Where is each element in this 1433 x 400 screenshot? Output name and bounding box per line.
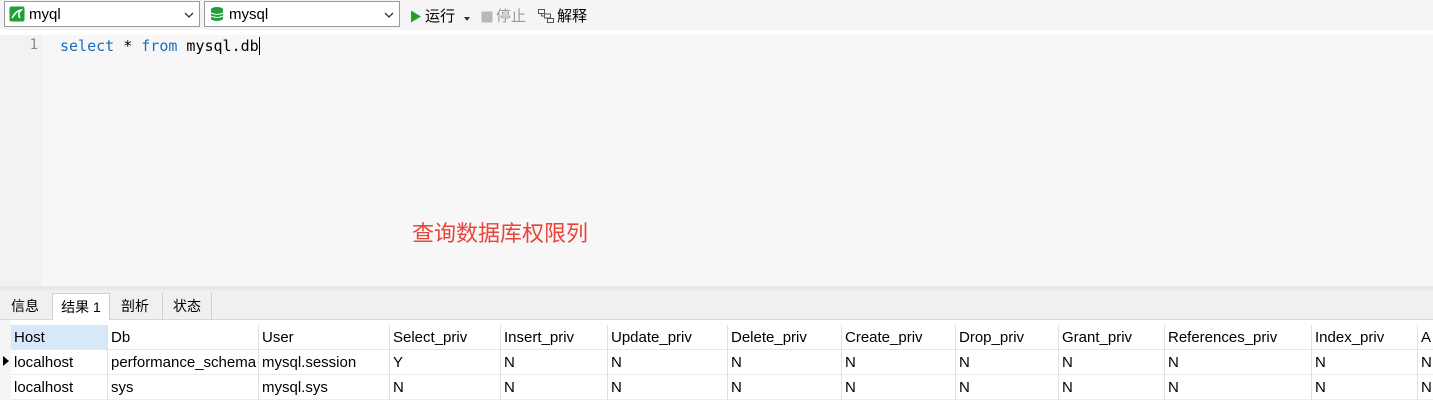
explain-label: 解释 bbox=[557, 8, 588, 25]
column-header-select-priv[interactable]: Select_priv bbox=[390, 325, 501, 350]
tab-profile[interactable]: 剖析 bbox=[112, 293, 158, 320]
cell-index-priv[interactable]: N bbox=[1312, 350, 1418, 375]
cell-user[interactable]: mysql.session bbox=[259, 350, 390, 375]
column-header-index-priv[interactable]: Index_priv bbox=[1312, 325, 1418, 350]
explain-icon bbox=[538, 9, 554, 27]
cell-host[interactable]: localhost bbox=[11, 350, 108, 375]
result-tab-bar: 信息 结果 1 剖析 状态 bbox=[0, 290, 1433, 320]
column-header-a[interactable]: A bbox=[1418, 325, 1433, 350]
column-header-insert-priv[interactable]: Insert_priv bbox=[501, 325, 608, 350]
chevron-down-icon[interactable] bbox=[383, 8, 395, 25]
database-select[interactable]: mysql bbox=[204, 1, 400, 27]
code-table-name: mysql.db bbox=[177, 37, 260, 55]
code-text: * bbox=[114, 37, 142, 55]
cell-drop-priv[interactable]: N bbox=[956, 375, 1059, 400]
database-value: mysql bbox=[229, 6, 269, 23]
current-row-arrow-icon bbox=[3, 356, 9, 366]
cell-drop-priv[interactable]: N bbox=[956, 350, 1059, 375]
cell-delete-priv[interactable]: N bbox=[728, 350, 842, 375]
stop-icon bbox=[481, 10, 493, 27]
column-header-user[interactable]: User bbox=[259, 325, 390, 350]
cell-db[interactable]: sys bbox=[108, 375, 259, 400]
stop-label: 停止 bbox=[496, 8, 527, 25]
cell-insert-priv[interactable]: N bbox=[501, 375, 608, 400]
database-icon bbox=[209, 6, 225, 26]
keyword-from: from bbox=[141, 37, 178, 55]
stop-button[interactable]: 停止 bbox=[481, 5, 526, 27]
column-header-create-priv[interactable]: Create_priv bbox=[842, 325, 956, 350]
connection-select[interactable]: myql bbox=[4, 1, 200, 27]
play-icon bbox=[410, 10, 422, 27]
cell-update-priv[interactable]: N bbox=[608, 350, 728, 375]
column-header-delete-priv[interactable]: Delete_priv bbox=[728, 325, 842, 350]
code-area[interactable]: select * from mysql.db bbox=[42, 35, 1433, 286]
cell-user[interactable]: mysql.sys bbox=[259, 375, 390, 400]
cell-insert-priv[interactable]: N bbox=[501, 350, 608, 375]
tab-info[interactable]: 信息 bbox=[2, 293, 48, 320]
tab-status[interactable]: 状态 bbox=[162, 293, 212, 320]
cell-create-priv[interactable]: N bbox=[842, 350, 956, 375]
cell-update-priv[interactable]: N bbox=[608, 375, 728, 400]
sql-editor[interactable]: 1 select * from mysql.db 查询数据库权限列 bbox=[0, 35, 1433, 286]
connection-value: myql bbox=[29, 6, 61, 23]
tab-result-1[interactable]: 结果 1 bbox=[52, 293, 110, 320]
cell-select-priv[interactable]: N bbox=[390, 375, 501, 400]
connection-icon bbox=[9, 6, 25, 26]
column-header-references-priv[interactable]: References_priv bbox=[1165, 325, 1312, 350]
dropdown-arrow-icon[interactable] bbox=[463, 10, 471, 27]
cell-a[interactable]: N bbox=[1418, 375, 1433, 400]
column-header-db[interactable]: Db bbox=[108, 325, 259, 350]
run-label: 运行 bbox=[425, 8, 456, 25]
cell-select-priv[interactable]: Y bbox=[390, 350, 501, 375]
cell-index-priv[interactable]: N bbox=[1312, 375, 1418, 400]
cell-grant-priv[interactable]: N bbox=[1059, 350, 1165, 375]
cell-references-priv[interactable]: N bbox=[1165, 375, 1312, 400]
annotation-text: 查询数据库权限列 bbox=[412, 221, 589, 246]
cell-db[interactable]: performance_schema bbox=[108, 350, 259, 375]
column-header-update-priv[interactable]: Update_priv bbox=[608, 325, 728, 350]
code-line[interactable]: select * from mysql.db bbox=[60, 37, 260, 55]
explain-button[interactable]: 解释 bbox=[538, 5, 587, 27]
chevron-down-icon[interactable] bbox=[183, 8, 195, 25]
column-header-grant-priv[interactable]: Grant_priv bbox=[1059, 325, 1165, 350]
toolbar: myql mysql 运行 停止 解释 bbox=[0, 0, 1433, 30]
cell-delete-priv[interactable]: N bbox=[728, 375, 842, 400]
run-button[interactable]: 运行 bbox=[410, 5, 474, 27]
cell-references-priv[interactable]: N bbox=[1165, 350, 1312, 375]
line-number-gutter: 1 bbox=[0, 35, 42, 286]
column-header-drop-priv[interactable]: Drop_priv bbox=[956, 325, 1059, 350]
result-grid: Host Db User Select_priv Insert_priv Update_p… bbox=[0, 320, 1433, 400]
column-header-host[interactable]: Host bbox=[11, 325, 108, 350]
cell-host[interactable]: localhost bbox=[11, 375, 108, 400]
cell-grant-priv[interactable]: N bbox=[1059, 375, 1165, 400]
cell-a[interactable]: N bbox=[1418, 350, 1433, 375]
keyword-select: select bbox=[60, 37, 115, 55]
cell-create-priv[interactable]: N bbox=[842, 375, 956, 400]
line-number: 1 bbox=[29, 37, 38, 53]
